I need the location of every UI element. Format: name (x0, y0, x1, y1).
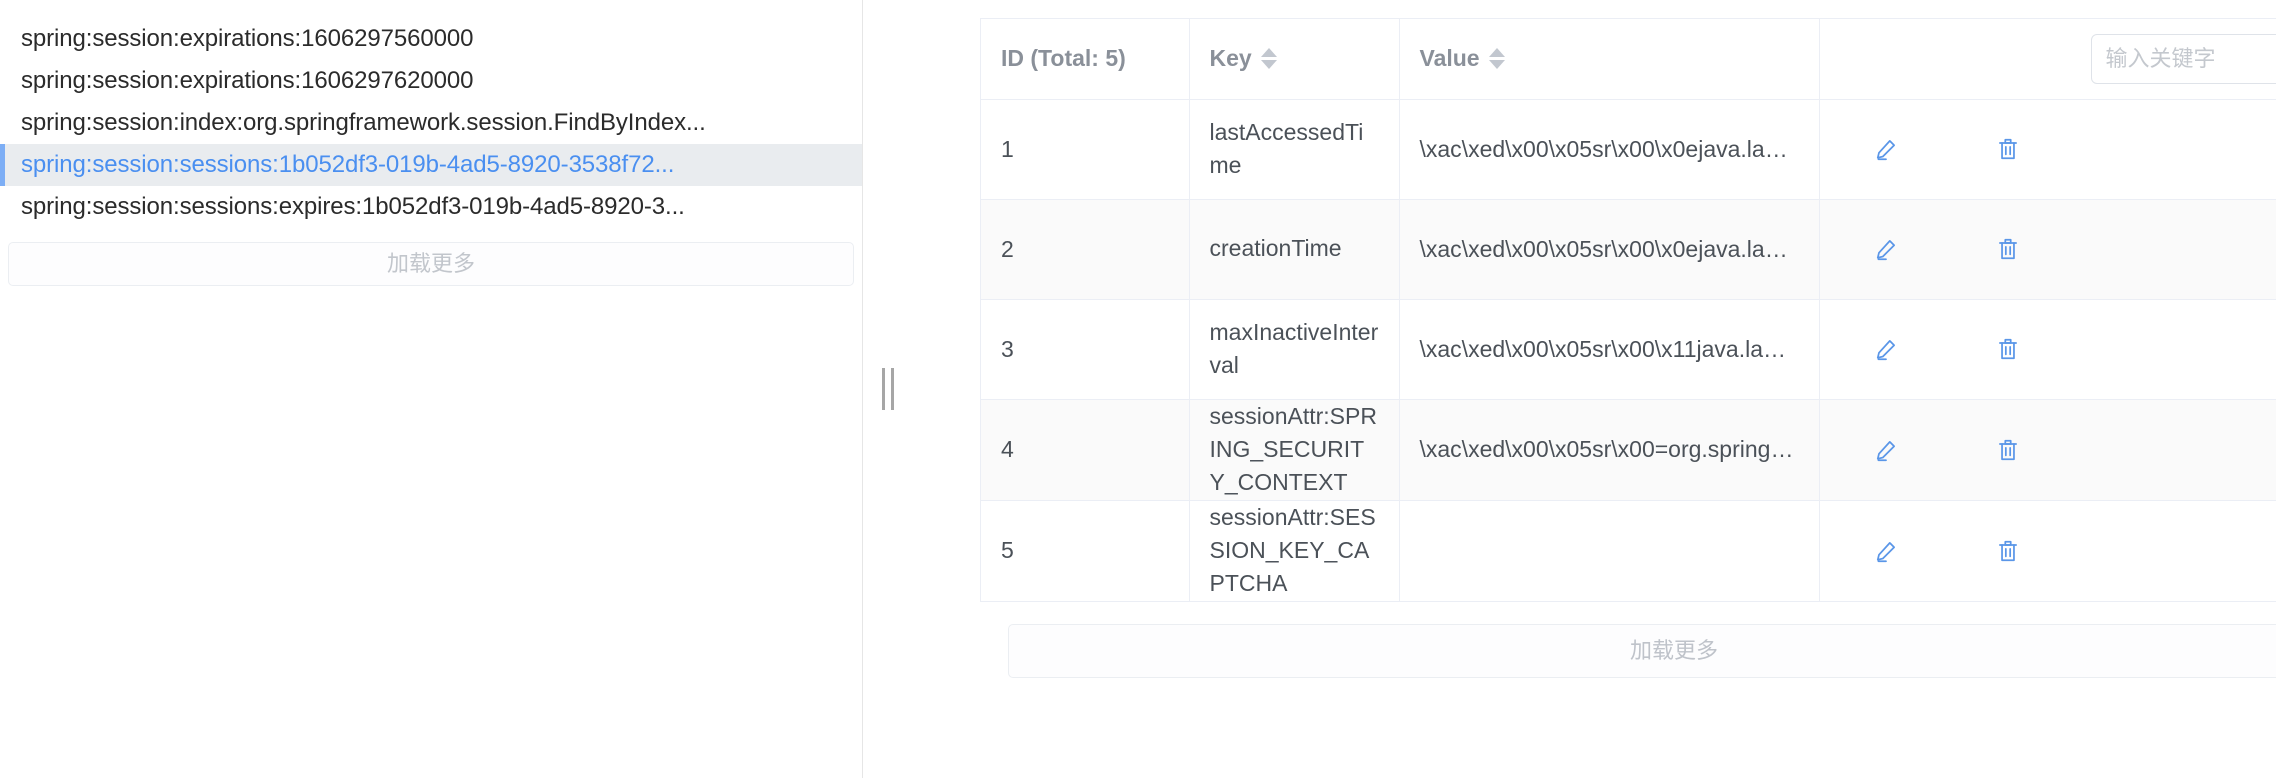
grip-bar-right (891, 368, 894, 410)
edit-row-button[interactable] (1854, 227, 1918, 271)
sort-arrows-icon[interactable] (1488, 48, 1505, 70)
hash-field-table: ID (Total: 5) Key Value 输入关键字 1 lastAcce… (981, 19, 2276, 602)
sort-descending-icon (1488, 60, 1505, 70)
hash-field-table-card: ID (Total: 5) Key Value 输入关键字 1 lastAcce… (980, 18, 2276, 602)
cell-key: lastAccessedTime (1189, 99, 1400, 200)
search-input[interactable] (2090, 33, 2276, 84)
sort-arrows-icon[interactable] (1260, 48, 1277, 70)
cell-key: maxInactiveInterval (1189, 299, 1400, 400)
pencil-icon (1876, 140, 1895, 161)
pencil-icon (1876, 240, 1895, 261)
delete-row-button[interactable] (1976, 127, 2040, 171)
cell-actions (1819, 500, 2276, 602)
cell-key: sessionAttr:SPRING_SECURITY_CONTEXT (1189, 399, 1400, 501)
trash-icon (1998, 540, 2017, 561)
trash-icon (1998, 338, 2017, 360)
redis-key-browser: spring:session:expirations:1606297560000… (0, 0, 2276, 778)
edit-row-button[interactable] (1854, 127, 1918, 171)
key-list-panel: spring:session:expirations:1606297560000… (0, 0, 862, 778)
redis-key-list: spring:session:expirations:1606297560000… (0, 0, 862, 228)
cell-value: \xac\xed\x00\x05sr\x00=org.springframewo… (1399, 399, 1820, 501)
list-item-selected[interactable]: spring:session:sessions:1b052df3-019b-4a… (0, 144, 862, 186)
trash-icon (1998, 439, 2017, 460)
cell-key: creationTime (1189, 199, 1400, 300)
cell-id: 2 (981, 199, 1190, 300)
pencil-icon (1876, 340, 1895, 361)
table-row[interactable]: 5 sessionAttr:SESSION_KEY_CAPTCHA (981, 500, 2276, 602)
cell-value: \xac\xed\x00\x05sr\x00\x11java.lang.Inte… (1399, 299, 1820, 400)
table-row[interactable]: 4 sessionAttr:SPRING_SECURITY_CONTEXT \x… (981, 399, 2276, 501)
cell-actions (1819, 399, 2276, 501)
delete-row-button[interactable] (1976, 327, 2040, 371)
cell-value (1399, 500, 1820, 602)
list-item[interactable]: spring:session:index:org.springframework… (0, 102, 862, 144)
table-row[interactable]: 1 lastAccessedTime \xac\xed\x00\x05sr\x0… (981, 99, 2276, 200)
delete-row-button[interactable] (1976, 227, 2040, 271)
trash-icon (1998, 238, 2017, 260)
splitter-grip-handle[interactable] (882, 368, 894, 410)
cell-id: 3 (981, 299, 1190, 400)
edit-row-button[interactable] (1854, 428, 1918, 472)
column-header-id-label: ID (Total: 5) (1001, 45, 1126, 72)
cell-actions (1819, 299, 2276, 400)
cell-value: \xac\xed\x00\x05sr\x00\x0ejava.lang.Long… (1399, 99, 1820, 200)
grip-bar-left (882, 368, 885, 410)
edit-row-button[interactable] (1854, 327, 1918, 371)
column-header-id: ID (Total: 5) (981, 19, 1190, 100)
table-header: ID (Total: 5) Key Value 输入关键字 (981, 19, 2276, 100)
cell-id: 4 (981, 399, 1190, 501)
list-item[interactable]: spring:session:expirations:1606297560000 (0, 18, 862, 60)
trash-icon (1998, 138, 2017, 160)
cell-value: \xac\xed\x00\x05sr\x00\x0ejava.lang.Long… (1399, 199, 1820, 300)
cell-actions (1819, 199, 2276, 300)
panel-splitter[interactable] (862, 0, 904, 778)
cell-actions (1819, 99, 2276, 200)
edit-row-button[interactable] (1854, 529, 1918, 573)
pencil-icon (1876, 541, 1895, 562)
splitter-line (862, 0, 863, 778)
delete-row-button[interactable] (1976, 428, 2040, 472)
list-item[interactable]: spring:session:sessions:expires:1b052df3… (0, 186, 862, 228)
cell-id: 5 (981, 500, 1190, 602)
load-more-keys-button[interactable]: 加载更多 (8, 242, 854, 286)
sort-ascending-icon (1488, 48, 1505, 58)
table-row[interactable]: 2 creationTime \xac\xed\x00\x05sr\x00\x0… (981, 199, 2276, 300)
pencil-icon (1876, 440, 1895, 461)
cell-id: 1 (981, 99, 1190, 200)
table-body: 1 lastAccessedTime \xac\xed\x00\x05sr\x0… (981, 99, 2276, 602)
column-header-key[interactable]: Key (1189, 19, 1400, 100)
cell-key: sessionAttr:SESSION_KEY_CAPTCHA (1189, 500, 1400, 602)
column-header-value-label: Value (1419, 45, 1480, 72)
load-more-fields-button[interactable]: 加载更多 (1008, 623, 2276, 678)
table-header-row: ID (Total: 5) Key Value 输入关键字 (981, 19, 2276, 100)
column-header-actions (1819, 19, 2276, 100)
delete-row-button[interactable] (1976, 529, 2040, 573)
key-detail-panel: ID (Total: 5) Key Value 输入关键字 1 lastAcce… (904, 0, 2276, 778)
sort-ascending-icon (1260, 48, 1277, 58)
column-header-key-label: Key (1209, 45, 1252, 72)
table-row[interactable]: 3 maxInactiveInterval \xac\xed\x00\x05sr… (981, 299, 2276, 400)
list-item[interactable]: spring:session:expirations:1606297620000 (0, 60, 862, 102)
sort-descending-icon (1260, 60, 1277, 70)
column-header-value[interactable]: Value (1399, 19, 1820, 100)
